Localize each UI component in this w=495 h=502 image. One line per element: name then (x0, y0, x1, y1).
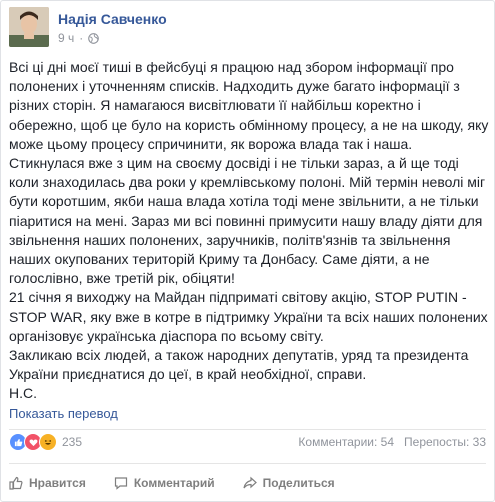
post-stats-bar: 235 Комментарии: 54 Перепосты: 33 (9, 433, 486, 453)
translate-link[interactable]: Показать перевод (9, 406, 118, 421)
like-label: Нравится (29, 476, 86, 490)
facebook-post-card: Надія Савченко 9 ч · Всі ці дні моєї тиш… (0, 0, 495, 502)
reactions-summary[interactable]: 235 (9, 433, 82, 451)
comments-count[interactable]: Комментарии: 54 (298, 435, 394, 449)
post-actions: Нравится Комментарий Поделиться (9, 473, 486, 493)
share-button[interactable]: Поделиться (243, 473, 335, 493)
post-meta: 9 ч · (58, 31, 100, 45)
share-label: Поделиться (262, 476, 335, 490)
share-icon (243, 476, 257, 489)
haha-reaction-icon (39, 433, 57, 451)
stats-counts: Комментарии: 54 Перепосты: 33 (298, 435, 486, 449)
divider (9, 463, 486, 464)
comment-label: Комментарий (133, 476, 215, 490)
author-avatar[interactable] (9, 7, 49, 47)
reactions-count: 235 (62, 435, 83, 449)
shares-count[interactable]: Перепосты: 33 (404, 435, 486, 449)
post-body-text: Всі ці дні моєї тиші в фейсбуці я працюю… (9, 59, 489, 402)
comment-button[interactable]: Комментарий (114, 473, 215, 493)
like-button[interactable]: Нравится (9, 473, 86, 493)
thumbs-up-icon (9, 476, 23, 490)
dot-separator: · (79, 31, 84, 45)
author-name[interactable]: Надія Савченко (58, 11, 167, 27)
divider (9, 429, 486, 430)
post-header: Надія Савченко 9 ч · (9, 7, 486, 51)
post-timestamp[interactable]: 9 ч (58, 31, 74, 45)
globe-icon[interactable] (88, 32, 100, 44)
comment-icon (114, 477, 127, 490)
